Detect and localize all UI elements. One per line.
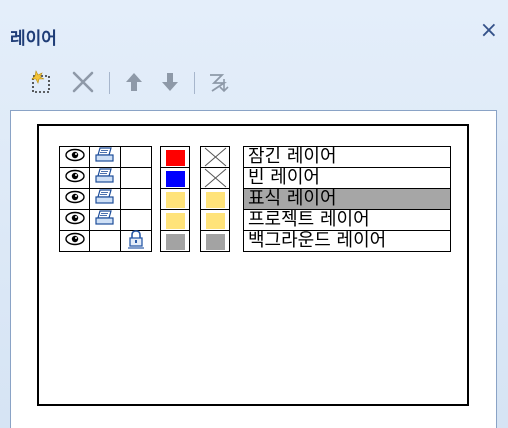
visibility-toggle[interactable] <box>59 230 90 252</box>
print-toggle[interactable] <box>89 146 121 168</box>
visibility-toggle[interactable] <box>59 188 90 210</box>
eye-icon <box>64 168 86 188</box>
move-down-icon[interactable] <box>156 66 184 98</box>
toolbar-separator <box>109 72 110 94</box>
line-color-cell[interactable] <box>160 146 190 168</box>
fill-color-cell[interactable] <box>200 146 230 168</box>
fill-color-cell[interactable] <box>200 188 230 210</box>
close-icon[interactable]: × <box>480 20 498 42</box>
layer-properties-icon[interactable] <box>204 66 234 98</box>
layers-panel: 레이어 × 잠긴 레이어 빈 레이어 표식 레이어 프로젝트 레이어 백그라운드… <box>0 0 508 428</box>
print-toggle[interactable] <box>89 167 121 189</box>
layer-name[interactable]: 백그라운드 레이어 <box>243 230 451 252</box>
print-toggle[interactable] <box>89 209 121 231</box>
line-color-cell[interactable] <box>160 209 190 231</box>
layer-name[interactable]: 잠긴 레이어 <box>243 146 451 168</box>
move-up-icon[interactable] <box>120 66 148 98</box>
lock-toggle[interactable] <box>120 230 152 252</box>
line-color-swatch <box>166 234 185 250</box>
eye-icon <box>64 210 86 230</box>
line-color-swatch <box>166 150 185 166</box>
fill-color-cell[interactable] <box>200 230 230 252</box>
printer-icon <box>94 146 116 168</box>
fill-color-swatch <box>206 213 225 229</box>
lock-toggle[interactable] <box>120 188 152 210</box>
line-color-swatch <box>166 213 185 229</box>
layer-name[interactable]: 프로젝트 레이어 <box>243 209 451 231</box>
printer-icon <box>94 209 116 231</box>
new-layer-icon[interactable] <box>28 66 58 98</box>
line-color-cell[interactable] <box>160 230 190 252</box>
line-color-swatch <box>166 171 185 187</box>
lock-icon <box>127 229 145 253</box>
print-toggle[interactable] <box>89 188 121 210</box>
visibility-toggle[interactable] <box>59 146 90 168</box>
delete-layer-icon[interactable] <box>68 66 98 98</box>
eye-icon <box>64 189 86 209</box>
print-toggle[interactable] <box>89 230 121 252</box>
lock-toggle[interactable] <box>120 209 152 231</box>
visibility-toggle[interactable] <box>59 167 90 189</box>
fill-color-swatch <box>206 234 225 250</box>
line-color-cell[interactable] <box>160 188 190 210</box>
eye-icon <box>64 147 86 167</box>
printer-icon <box>94 167 116 189</box>
lock-toggle[interactable] <box>120 167 152 189</box>
layer-name[interactable]: 빈 레이어 <box>243 167 451 189</box>
eye-icon <box>64 231 86 251</box>
fill-color-cell[interactable] <box>200 167 230 189</box>
toolbar-separator <box>194 72 195 94</box>
printer-icon <box>94 188 116 210</box>
line-color-swatch <box>166 192 185 208</box>
layer-name[interactable]: 표식 레이어 <box>243 188 451 210</box>
layer-list-area: 잠긴 레이어 빈 레이어 표식 레이어 프로젝트 레이어 백그라운드 레이어 <box>10 110 497 428</box>
layer-list-frame: 잠긴 레이어 빈 레이어 표식 레이어 프로젝트 레이어 백그라운드 레이어 <box>37 124 469 406</box>
fill-color-swatch <box>206 192 225 208</box>
panel-title: 레이어 <box>10 29 57 49</box>
line-color-cell[interactable] <box>160 167 190 189</box>
lock-toggle[interactable] <box>120 146 152 168</box>
visibility-toggle[interactable] <box>59 209 90 231</box>
fill-color-cell[interactable] <box>200 209 230 231</box>
